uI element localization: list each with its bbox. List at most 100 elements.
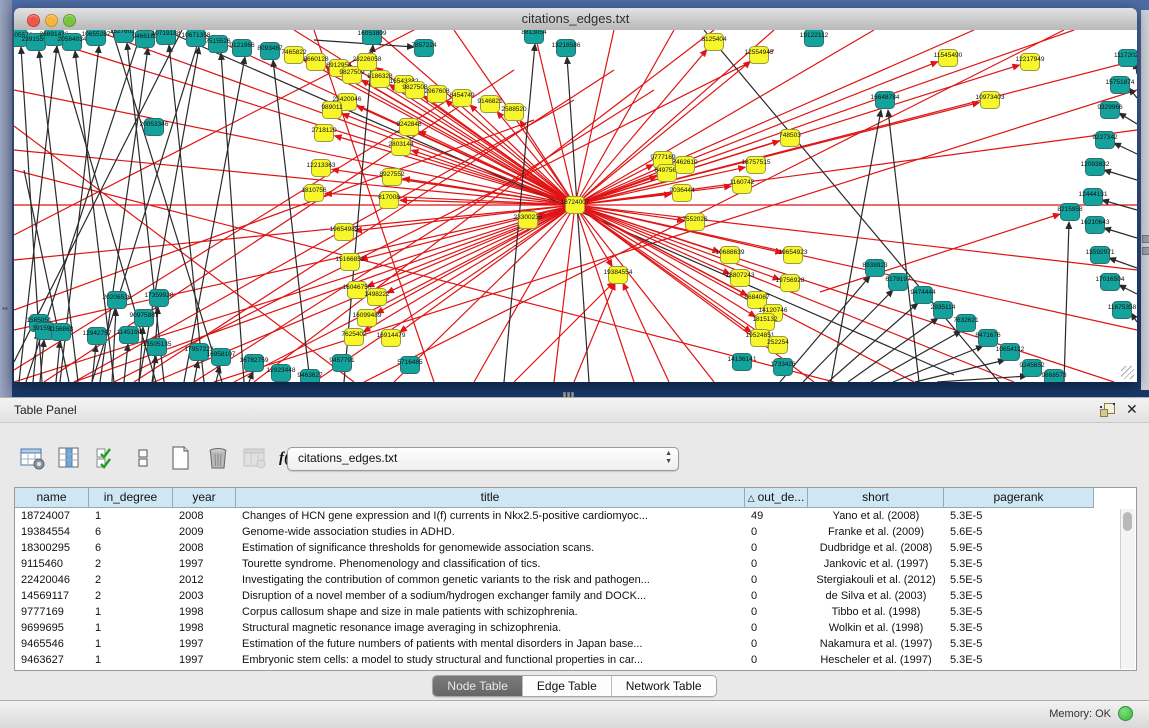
graph-edge[interactable] <box>56 341 60 382</box>
table-row[interactable]: 946362711997Embryonic stem cells: a mode… <box>15 652 1136 668</box>
graph-edge[interactable] <box>848 318 938 382</box>
table-row[interactable]: 1872400712008Changes of HCN gene express… <box>15 508 1136 524</box>
graph-edge[interactable] <box>1104 170 1137 180</box>
graph-edge[interactable] <box>1114 143 1137 154</box>
table-cell[interactable]: 5.3E-5 <box>944 556 1094 572</box>
table-cell[interactable]: Jankovic et al. (1997) <box>808 556 944 572</box>
table-settings-icon[interactable] <box>20 445 46 471</box>
window-resize-grip[interactable] <box>1121 366 1134 379</box>
import-table-icon[interactable] <box>242 445 268 471</box>
column-header-in_degree[interactable]: in_degree <box>89 488 173 508</box>
graph-edge[interactable] <box>575 62 938 205</box>
table-cell[interactable]: 18724007 <box>15 508 89 524</box>
table-scrollbar-thumb[interactable] <box>1123 512 1132 531</box>
table-cell[interactable]: 1998 <box>173 620 236 636</box>
table-cell[interactable]: 19384554 <box>15 524 89 540</box>
graph-edge[interactable] <box>342 114 575 205</box>
table-cell[interactable]: 2003 <box>173 588 236 604</box>
table-cell[interactable]: 9699695 <box>15 620 89 636</box>
table-cell[interactable]: 1998 <box>173 604 236 620</box>
table-cell[interactable]: Nakamura et al. (1997) <box>808 636 944 652</box>
column-header-name[interactable]: name <box>15 488 89 508</box>
table-cell[interactable]: 5.3E-5 <box>944 636 1094 652</box>
table-cell[interactable]: 2 <box>89 572 173 588</box>
table-cell[interactable]: Corpus callosum shape and size in male p… <box>236 604 745 620</box>
table-cell[interactable]: 1 <box>89 652 173 668</box>
table-row[interactable]: 1456911722003Disruption of a novel membe… <box>15 588 1136 604</box>
table-cell[interactable]: 0 <box>745 652 808 668</box>
table-cell[interactable]: 5.5E-5 <box>944 572 1094 588</box>
table-row[interactable]: 1938455462009Genome-wide association stu… <box>15 524 1136 540</box>
table-cell[interactable]: 0 <box>745 588 808 604</box>
zoom-window-button[interactable] <box>63 14 76 27</box>
table-cell[interactable]: 5.3E-5 <box>944 652 1094 668</box>
memory-status-indicator[interactable] <box>1118 706 1133 721</box>
table-cell[interactable]: Disruption of a novel member of a sodium… <box>236 588 745 604</box>
table-cell[interactable]: 6 <box>89 524 173 540</box>
graph-edge[interactable] <box>554 205 575 382</box>
network-window-titlebar[interactable]: citations_edges.txt <box>14 8 1137 31</box>
table-cell[interactable]: Structural magnetic resonance image aver… <box>236 620 745 636</box>
table-cell[interactable]: Hescheler et al. (1997) <box>808 652 944 668</box>
graph-edge[interactable] <box>888 110 919 382</box>
table-cell[interactable]: 18300295 <box>15 540 89 556</box>
table-body[interactable]: 1872400712008Changes of HCN gene express… <box>15 508 1136 668</box>
graph-edge[interactable] <box>112 309 116 382</box>
table-scrollbar[interactable] <box>1120 509 1135 669</box>
table-cell[interactable]: 2 <box>89 556 173 572</box>
table-cell[interactable]: 9465546 <box>15 636 89 652</box>
table-cell[interactable]: Genome-wide association studies in ADHD. <box>236 524 745 540</box>
table-cell[interactable]: Embryonic stem cells: a model to study s… <box>236 652 745 668</box>
graph-edge[interactable] <box>831 110 881 382</box>
tab-network-table[interactable]: Network Table <box>612 676 716 696</box>
table-cell[interactable]: 0 <box>745 540 808 556</box>
table-row[interactable]: 911546021997Tourette syndrome. Phenomeno… <box>15 556 1136 572</box>
graph-edge[interactable] <box>1064 222 1069 382</box>
table-cell[interactable]: Investigating the contribution of common… <box>236 572 745 588</box>
table-cell[interactable]: 1 <box>89 620 173 636</box>
close-panel-icon[interactable]: ✕ <box>1126 401 1138 418</box>
tab-edge-table[interactable]: Edge Table <box>523 676 612 696</box>
column-header-title[interactable]: title <box>236 488 745 508</box>
table-cell[interactable]: 9777169 <box>15 604 89 620</box>
minimize-window-button[interactable] <box>45 14 58 27</box>
table-cell[interactable]: 0 <box>745 556 808 572</box>
table-cell[interactable]: 1 <box>89 508 173 524</box>
table-cell[interactable]: 5.9E-5 <box>944 540 1094 556</box>
graph-edge[interactable] <box>574 283 615 382</box>
table-row[interactable]: 969969511998Structural magnetic resonanc… <box>15 620 1136 636</box>
graph-edge[interactable] <box>1119 285 1137 294</box>
table-cell[interactable]: 2012 <box>173 572 236 588</box>
graph-edge[interactable] <box>1129 88 1137 98</box>
table-cell[interactable]: 0 <box>745 524 808 540</box>
graph-edge[interactable] <box>575 205 1014 382</box>
table-cell[interactable]: 9115460 <box>15 556 89 572</box>
graph-edge[interactable] <box>575 205 1137 270</box>
graph-edge[interactable] <box>704 30 999 382</box>
tab-node-table[interactable]: Node Table <box>433 676 523 696</box>
table-cell[interactable]: Tourette syndrome. Phenomenology and cla… <box>236 556 745 572</box>
table-cell[interactable]: 22420046 <box>15 572 89 588</box>
table-row[interactable]: 2242004622012Investigating the contribut… <box>15 572 1136 588</box>
graph-edge[interactable] <box>575 30 614 205</box>
graph-edge[interactable] <box>394 205 575 382</box>
table-cell[interactable]: 2008 <box>173 540 236 556</box>
graph-edge[interactable] <box>820 214 1060 292</box>
column-header-pagerank[interactable]: pagerank <box>944 488 1094 508</box>
float-panel-icon[interactable] <box>1100 403 1115 417</box>
table-select-dropdown[interactable]: citations_edges.txt ▲▼ <box>287 447 679 471</box>
table-cell[interactable]: 5.6E-5 <box>944 524 1094 540</box>
graph-edge[interactable] <box>221 53 244 382</box>
table-cell[interactable]: Yano et al. (2008) <box>808 508 944 524</box>
graph-edge[interactable] <box>387 205 575 293</box>
select-rows-icon[interactable] <box>94 445 120 471</box>
table-cell[interactable]: de Silva et al. (2003) <box>808 588 944 604</box>
graph-edge[interactable] <box>1104 228 1137 238</box>
table-cell[interactable]: 0 <box>745 636 808 652</box>
table-cell[interactable]: 5.3E-5 <box>944 588 1094 604</box>
node-table[interactable]: namein_degreeyeartitle△out_de...shortpag… <box>14 487 1137 671</box>
table-cell[interactable]: Tibbo et al. (1998) <box>808 604 944 620</box>
table-cell[interactable]: 5.3E-5 <box>944 508 1094 524</box>
table-row[interactable]: 1830029562008Estimation of significance … <box>15 540 1136 556</box>
table-cell[interactable]: 1997 <box>173 636 236 652</box>
